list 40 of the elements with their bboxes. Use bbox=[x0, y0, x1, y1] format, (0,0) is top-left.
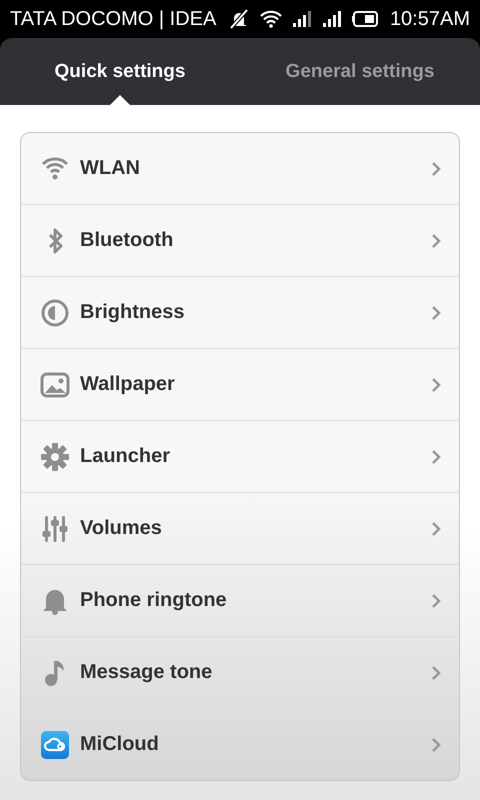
chevron-right-icon bbox=[431, 520, 441, 536]
settings-item[interactable]: Message tone bbox=[21, 636, 459, 708]
settings-item[interactable]: Launcher bbox=[21, 420, 459, 492]
cloud-app-icon bbox=[40, 730, 70, 760]
item-label: Volumes bbox=[80, 517, 163, 540]
chevron-right-icon bbox=[431, 736, 441, 752]
battery-icon bbox=[352, 11, 380, 27]
settings-item[interactable]: Brightness bbox=[21, 276, 459, 348]
clock-time: 10:57AM bbox=[390, 8, 470, 30]
chevron-right-icon bbox=[431, 160, 441, 176]
carrier-name: TATA DOCOMO | IDEA bbox=[10, 8, 218, 30]
signal-icon bbox=[322, 11, 342, 27]
settings-item[interactable]: Phone ringtone bbox=[21, 564, 459, 636]
chevron-right-icon bbox=[431, 592, 441, 608]
tab[interactable]: General settings bbox=[240, 38, 480, 105]
gear-icon bbox=[40, 442, 70, 472]
settings-item[interactable]: MiCloud bbox=[21, 708, 459, 780]
chevron-right-icon bbox=[431, 664, 441, 680]
image-icon bbox=[40, 370, 70, 400]
muted-notification-icon bbox=[228, 9, 250, 29]
item-label: Brightness bbox=[80, 301, 186, 324]
wifi-icon bbox=[260, 10, 282, 28]
chevron-right-icon bbox=[431, 304, 441, 320]
chevron-right-icon bbox=[431, 448, 441, 464]
settings-item[interactable]: Volumes bbox=[21, 492, 459, 564]
brightness-icon bbox=[40, 298, 70, 328]
chevron-right-icon bbox=[431, 376, 441, 392]
item-label: MiCloud bbox=[80, 733, 160, 756]
settings-item[interactable]: Bluetooth bbox=[21, 204, 459, 276]
settings-item[interactable]: Wallpaper bbox=[21, 348, 459, 420]
item-label: Message tone bbox=[80, 661, 214, 684]
signal-icon bbox=[292, 11, 312, 27]
settings-item[interactable]: WLAN bbox=[21, 133, 459, 204]
item-label: Wallpaper bbox=[80, 373, 176, 396]
item-label: WLAN bbox=[80, 157, 141, 180]
chevron-right-icon bbox=[431, 232, 441, 248]
item-label: Phone ringtone bbox=[80, 589, 228, 612]
item-label: Launcher bbox=[80, 445, 172, 468]
sliders-icon bbox=[40, 514, 70, 544]
item-label: Bluetooth bbox=[80, 229, 174, 252]
